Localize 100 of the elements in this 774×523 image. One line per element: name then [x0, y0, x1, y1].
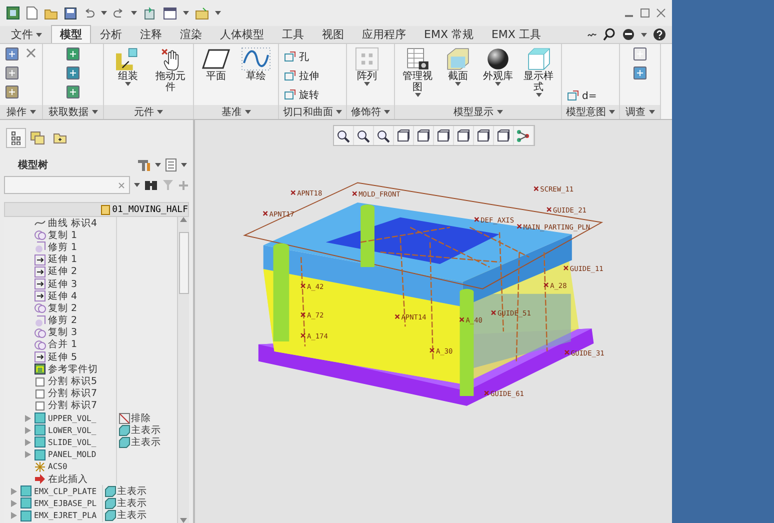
caret-icon: [641, 32, 647, 36]
ribbon-group-label[interactable]: 修饰符: [347, 105, 394, 119]
ribbon-group-label[interactable]: 基准: [194, 105, 278, 119]
tree-item[interactable]: 延伸 3: [48, 278, 78, 291]
open-folder-icon[interactable]: [44, 6, 58, 20]
tree-item[interactable]: 修剪 1: [48, 240, 78, 254]
community-icon[interactable]: [622, 28, 635, 41]
tree-item[interactable]: 合并 1: [48, 338, 78, 352]
ribbon-group-label[interactable]: 获取数据: [43, 105, 103, 119]
ribbon-button[interactable]: 拖动元件: [153, 47, 188, 93]
ribbon-button[interactable]: 显示样式: [521, 47, 556, 97]
tree-item[interactable]: 延伸 5: [48, 350, 78, 364]
ribbon-button[interactable]: 孔: [284, 50, 319, 64]
ribbon-group-label[interactable]: 操作: [0, 105, 42, 119]
tree-item[interactable]: 延伸 1: [48, 253, 78, 266]
search-icon[interactable]: [603, 28, 616, 41]
caret-icon: [495, 82, 501, 86]
tree-item[interactable]: 复制 2: [48, 302, 78, 315]
ribbon-button[interactable]: 草绘: [239, 47, 273, 82]
tree-item[interactable]: 复制 1: [48, 228, 78, 242]
ribbon-button[interactable]: 截面: [441, 47, 475, 86]
ribbon-tab[interactable]: 渲染: [171, 25, 211, 43]
search-field[interactable]: [4, 176, 130, 194]
plane-icon: [201, 47, 231, 71]
ribbon-button[interactable]: 组装: [109, 47, 147, 86]
ribbon-group-label[interactable]: 切口和曲面: [279, 105, 346, 119]
ribbon-group-label[interactable]: 调查: [620, 105, 660, 119]
tree-item[interactable]: 分割 标识5: [48, 375, 98, 388]
window-icon[interactable]: [163, 6, 177, 20]
ribbon-button[interactable]: 外观库: [481, 47, 515, 86]
ribbon-tab[interactable]: 模型: [51, 25, 91, 43]
tree-item[interactable]: SLIDE_VOL_: [48, 438, 96, 447]
tree-item[interactable]: EMX_EJBASE_PL: [34, 498, 97, 508]
tree-item[interactable]: 参考零件切: [48, 362, 98, 376]
caret-icon: [244, 110, 250, 114]
part-icon: [20, 485, 32, 498]
undo-icon[interactable]: [83, 8, 95, 18]
ribbon-group-label[interactable]: 元件: [104, 105, 193, 119]
maximize-icon[interactable]: [640, 8, 650, 18]
link-icon[interactable]: [587, 30, 597, 38]
caret-icon: [496, 110, 502, 114]
tree-item[interactable]: 在此插入: [48, 472, 88, 486]
ribbon-tab[interactable]: EMX 常规: [415, 25, 482, 43]
tree-item[interactable]: 延伸 2: [48, 265, 78, 278]
datum-point-icon: [546, 206, 552, 212]
binoculars-icon[interactable]: [144, 179, 158, 191]
folder-icon[interactable]: [195, 6, 209, 20]
ribbon-tab[interactable]: 应用程序: [353, 25, 415, 43]
relations-icon: [567, 90, 579, 102]
caret-icon: [648, 110, 654, 114]
caret-icon: [609, 110, 615, 114]
tree-item[interactable]: 分割 标识7: [48, 387, 98, 400]
tree-item[interactable]: 延伸 4: [48, 290, 78, 303]
hole-icon: [284, 51, 296, 63]
redo-icon[interactable]: [113, 8, 125, 18]
ribbon-tab[interactable]: 视图: [313, 25, 353, 43]
ribbon-button[interactable]: 拉伸: [284, 69, 319, 83]
zoom-fit-icon: [336, 128, 350, 142]
ribbon-button[interactable]: 平面: [199, 47, 233, 82]
scroll-down-icon[interactable]: [180, 518, 187, 523]
ribbon-tab[interactable]: 分析: [91, 25, 131, 43]
datum-point-icon: [300, 332, 306, 338]
pattern-icon: [354, 47, 380, 71]
caret-icon: [36, 32, 42, 36]
tree-item[interactable]: EMX_CLP_PLATE: [34, 486, 97, 496]
ribbon-group-label[interactable]: 模型意图: [562, 105, 619, 119]
tree-item[interactable]: UPPER_VOL_: [48, 414, 96, 423]
tree-item[interactable]: 分割 标识7: [48, 399, 98, 412]
split-icon: [34, 400, 46, 412]
tree-item[interactable]: 曲线 标识4: [48, 217, 98, 230]
tree-item[interactable]: 修剪 2: [48, 314, 78, 328]
ribbon-group-label[interactable]: 模型显示: [395, 105, 561, 119]
clear-icon[interactable]: [118, 182, 125, 188]
ribbon-button[interactable]: d=: [567, 90, 597, 102]
close-icon[interactable]: [656, 8, 666, 18]
tree-item[interactable]: EMX_EJRET_PLA: [34, 511, 97, 520]
ribbon-tab[interactable]: 人体模型: [211, 25, 273, 43]
ribbon-button[interactable]: 旋转: [284, 88, 319, 102]
ribbon-tab[interactable]: 注释: [131, 25, 171, 43]
new-file-icon[interactable]: [26, 6, 38, 20]
tree-item[interactable]: LOWER_VOL_: [48, 426, 96, 435]
ribbon-button[interactable]: 管理视图: [400, 47, 435, 97]
part-icon: [105, 498, 116, 509]
list-icon[interactable]: [165, 158, 177, 172]
ribbon-tab[interactable]: EMX 工具: [482, 25, 550, 43]
scrollbar-thumb[interactable]: [178, 232, 188, 294]
caret-icon: [455, 82, 461, 86]
ribbon-tab[interactable]: 文件: [2, 25, 51, 43]
tree-item[interactable]: 复制 3: [48, 326, 78, 340]
part-icon: [105, 486, 116, 497]
model-tree-tab[interactable]: [6, 128, 26, 148]
save-icon[interactable]: [64, 6, 77, 20]
tree-item[interactable]: PANEL_MOLD: [48, 450, 96, 460]
tree-item[interactable]: ACS0: [48, 462, 68, 472]
ribbon-tab[interactable]: 工具: [273, 25, 313, 43]
ribbon-button[interactable]: 阵列: [352, 47, 382, 86]
help-icon[interactable]: [653, 28, 666, 41]
extend-icon: [34, 290, 46, 302]
delete-icon[interactable]: [25, 47, 37, 59]
datum-point-icon: [563, 265, 569, 271]
